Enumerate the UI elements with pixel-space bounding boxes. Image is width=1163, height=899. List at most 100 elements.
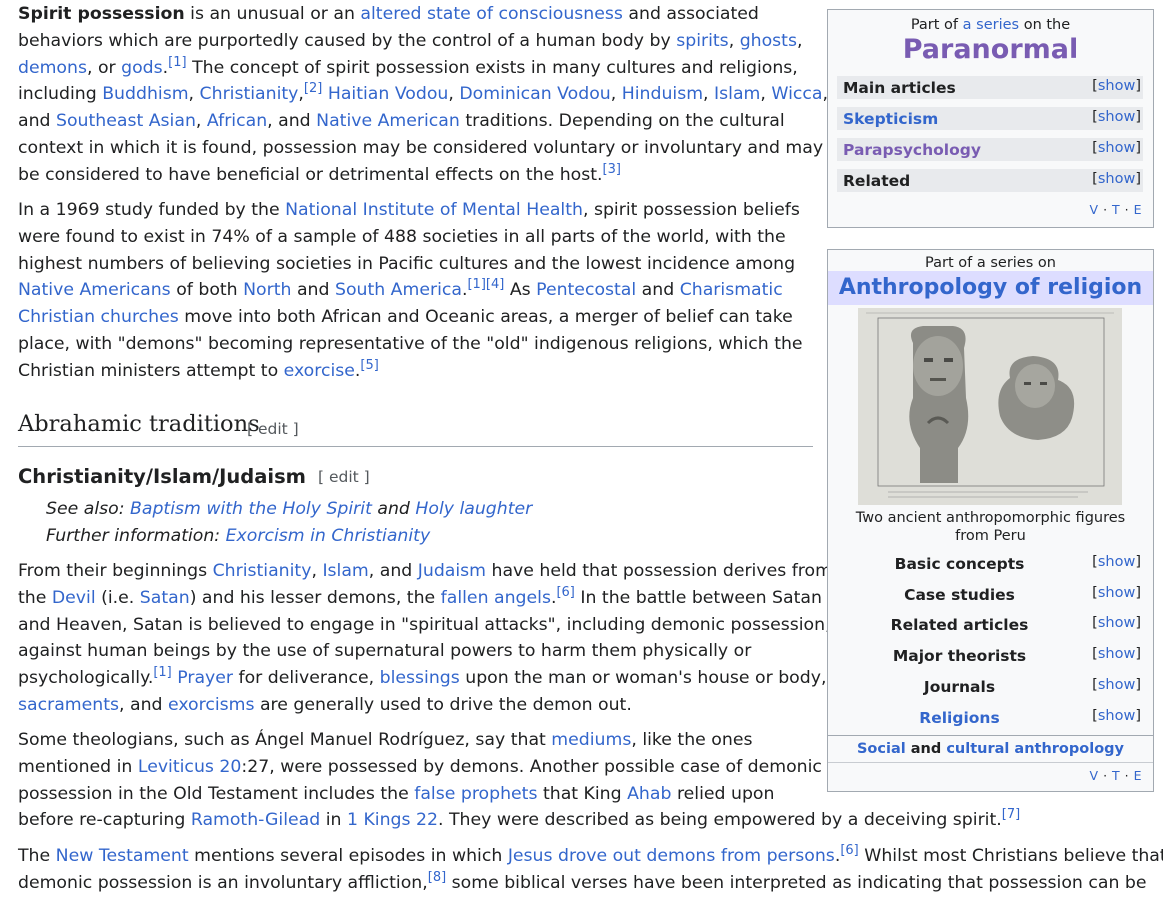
link[interactable]: fallen angels [441, 588, 551, 608]
show-toggle[interactable]: [show] [1092, 645, 1141, 663]
link[interactable]: Prayer [177, 668, 233, 688]
show-toggle[interactable]: [show] [1092, 614, 1141, 632]
show-toggle[interactable]: [show] [1092, 77, 1141, 95]
link[interactable]: Devil [52, 588, 96, 608]
link[interactable]: Leviticus 20 [138, 757, 242, 777]
vte-links: V · T · E [1089, 768, 1142, 783]
link[interactable]: Baptism with the Holy Spirit [130, 499, 372, 519]
link[interactable]: Buddhism [102, 84, 188, 104]
paragraph-study: In a 1969 study funded by the National I… [18, 200, 803, 381]
edit-link[interactable]: E [1134, 768, 1142, 783]
paranormal-title-link[interactable]: Paranormal [903, 34, 1079, 65]
link[interactable]: mediums [551, 730, 631, 750]
link[interactable]: Hinduism [622, 84, 703, 104]
link[interactable]: ghosts [740, 31, 797, 51]
link[interactable]: Judaism [418, 561, 486, 581]
link[interactable]: Pentecostal [536, 280, 636, 300]
view-link[interactable]: V [1090, 768, 1099, 783]
show-toggle[interactable]: [show] [1092, 553, 1141, 571]
link[interactable]: Ramoth-Gilead [191, 810, 320, 830]
peru-figures-image[interactable] [858, 308, 1122, 505]
link[interactable]: Ahab [627, 784, 671, 804]
series-link[interactable]: a series [963, 17, 1019, 33]
show-toggle[interactable]: [show] [1092, 170, 1141, 188]
skepticism-link[interactable]: Skepticism [843, 109, 938, 129]
link[interactable]: Exorcism in Christianity [226, 526, 431, 546]
link[interactable]: Dominican Vodou [459, 84, 610, 104]
sidebar-row-related-articles[interactable]: Related articles [show] [837, 613, 1143, 637]
link[interactable]: Christianity [213, 561, 312, 581]
link[interactable]: demons [18, 58, 87, 78]
sidebar-paranormal: Part of a series on the Paranormal Main … [827, 9, 1154, 228]
show-toggle[interactable]: [show] [1092, 584, 1141, 602]
citation-link[interactable]: [3] [603, 162, 621, 177]
link[interactable]: sacraments [18, 695, 119, 715]
link[interactable]: Christianity [200, 84, 299, 104]
link[interactable]: Islam [714, 84, 760, 104]
sidebar-row-major-theorists[interactable]: Major theorists [show] [837, 644, 1143, 668]
citation-link[interactable]: [8] [428, 870, 446, 885]
link[interactable]: South America [335, 280, 462, 300]
link[interactable]: gods [121, 58, 163, 78]
sidebar-row-main-articles[interactable]: Main articles [show] [837, 76, 1143, 99]
link[interactable]: 1 Kings 22 [347, 810, 438, 830]
peru-figures-illustration [858, 308, 1122, 505]
show-toggle[interactable]: [show] [1092, 139, 1141, 157]
religions-link[interactable]: Religions [837, 708, 1082, 728]
link[interactable]: Satan [140, 588, 190, 608]
edit-subsection-link[interactable]: [ edit ] [318, 468, 370, 486]
link[interactable]: African [207, 111, 267, 131]
sidebar-pretitle: Part of a series on the [910, 17, 1071, 33]
sidebar-pretitle: Part of a series on [925, 255, 1056, 271]
citation-link[interactable]: [5] [360, 358, 378, 373]
citation-link[interactable]: [1] [168, 55, 186, 70]
link[interactable]: Haitian Vodou [328, 84, 449, 104]
link[interactable]: Wicca [771, 84, 822, 104]
link[interactable]: exorcisms [168, 695, 254, 715]
citation-link[interactable]: [2] [304, 82, 322, 97]
citation-link[interactable]: [7] [1002, 808, 1020, 823]
link[interactable]: North [243, 280, 291, 300]
citation-link[interactable]: [1][4] [467, 278, 504, 293]
show-toggle[interactable]: [show] [1092, 108, 1141, 126]
sidebar-row-journals[interactable]: Journals [show] [837, 675, 1143, 699]
link[interactable]: Charismatic [680, 280, 783, 300]
social-link[interactable]: Social [857, 741, 906, 757]
hatnote-see-also: See also: Baptism with the Holy Spirit a… [46, 499, 533, 519]
citation-link[interactable]: [1] [153, 665, 171, 680]
show-toggle[interactable]: [show] [1092, 707, 1141, 725]
link[interactable]: New Testament [56, 846, 189, 866]
link[interactable]: Native Americans [18, 280, 171, 300]
talk-link[interactable]: T [1112, 768, 1120, 783]
talk-link[interactable]: T [1112, 202, 1120, 217]
citation-link[interactable]: [6] [840, 843, 858, 858]
sidebar-row-religions[interactable]: Religions [show] [837, 706, 1143, 730]
cultural-anthropology-link[interactable]: cultural anthropology [946, 741, 1124, 757]
edit-section-link[interactable]: [ edit ] [247, 416, 299, 443]
link[interactable]: Southeast Asian [56, 111, 196, 131]
bold-term: Spirit possession [18, 4, 185, 24]
sidebar-row-skepticism[interactable]: Skepticism [show] [837, 107, 1143, 130]
citation-link[interactable]: [6] [556, 585, 574, 600]
link[interactable]: Holy laughter [415, 499, 532, 519]
link[interactable]: blessings [380, 668, 460, 688]
sidebar-row-case-studies[interactable]: Case studies [show] [837, 583, 1143, 607]
view-link[interactable]: V [1090, 202, 1099, 217]
paragraph-new-testament: The New Testament mentions several episo… [18, 843, 1163, 893]
link[interactable]: Native American [316, 111, 460, 131]
parapsychology-link[interactable]: Parapsychology [843, 140, 981, 160]
sidebar-row-related[interactable]: Related [show] [837, 169, 1143, 192]
sidebar-row-parapsychology[interactable]: Parapsychology [show] [837, 138, 1143, 161]
show-toggle[interactable]: [show] [1092, 676, 1141, 694]
link[interactable]: Jesus drove out demons from persons [508, 846, 835, 866]
sidebar-row-basic-concepts[interactable]: Basic concepts [show] [837, 552, 1143, 576]
link[interactable]: altered state of consciousness [360, 4, 623, 24]
link[interactable]: exorcise [284, 361, 355, 381]
link[interactable]: Islam [322, 561, 368, 581]
anthropology-title-link[interactable]: Anthropology of religion [828, 271, 1153, 305]
link[interactable]: false prophets [414, 784, 537, 804]
link[interactable]: National Institute of Mental Health [285, 200, 583, 220]
link[interactable]: spirits [676, 31, 728, 51]
link[interactable]: Christian churches [18, 307, 179, 327]
edit-link[interactable]: E [1134, 202, 1142, 217]
